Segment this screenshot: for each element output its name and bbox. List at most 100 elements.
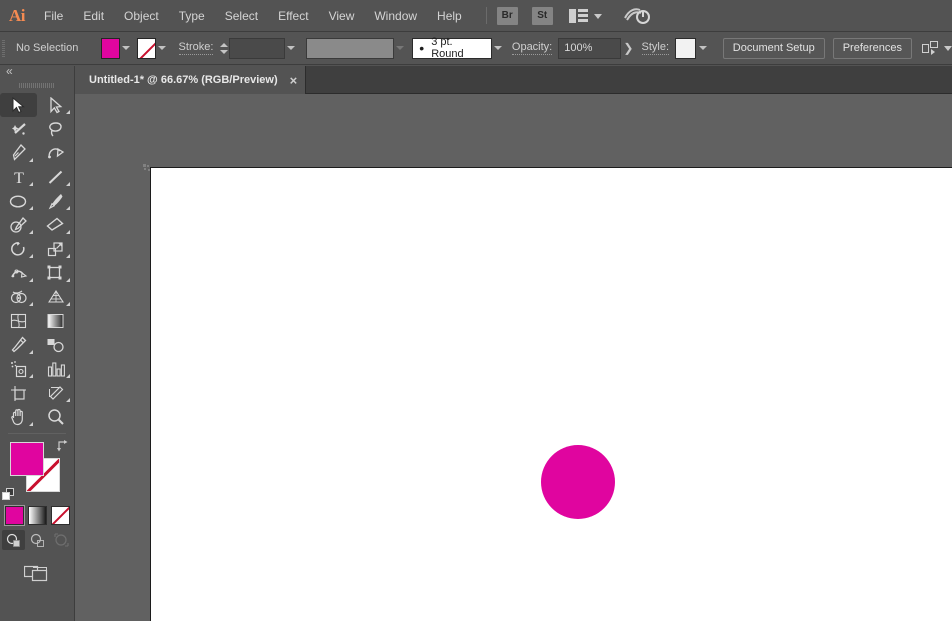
brush-definition-label: 3 pt. Round: [431, 36, 464, 60]
menu-select[interactable]: Select: [215, 0, 268, 32]
control-bar-overflow-chevron-down-icon[interactable]: [944, 45, 952, 51]
symbol-sprayer-tool[interactable]: [0, 357, 37, 381]
arrange-documents-icon[interactable]: [568, 8, 588, 23]
menu-help[interactable]: Help: [427, 0, 472, 32]
none-mode-button[interactable]: [50, 506, 70, 525]
fill-swatch-chevron-down-icon[interactable]: [120, 38, 132, 59]
width-tool[interactable]: [0, 261, 37, 285]
hand-tool[interactable]: [0, 405, 37, 429]
brush-definition-chevron-down-icon[interactable]: [492, 38, 504, 59]
eraser-tool[interactable]: [37, 213, 74, 237]
type-tool[interactable]: T: [0, 165, 37, 189]
scale-tool[interactable]: [37, 237, 74, 261]
variable-width-profile-dropdown[interactable]: [305, 37, 394, 59]
menu-view[interactable]: View: [319, 0, 365, 32]
variable-width-chevron-down-icon[interactable]: [394, 38, 406, 59]
shaper-tool[interactable]: [0, 213, 37, 237]
selection-status-label: No Selection: [15, 42, 79, 54]
selection-tool[interactable]: [0, 93, 37, 117]
canvas-area[interactable]: [75, 94, 952, 621]
menu-bar: Ai File Edit Object Type Select Effect V…: [0, 0, 952, 32]
graphic-style-chevron-down-icon[interactable]: [696, 38, 708, 59]
brush-definition-dropdown[interactable]: • 3 pt. Round: [412, 36, 492, 60]
style-label: Style:: [641, 41, 670, 55]
ellipse-tool[interactable]: [0, 189, 37, 213]
draw-inside-button[interactable]: [50, 530, 73, 550]
brush-dot-icon: •: [419, 40, 425, 56]
menu-edit[interactable]: Edit: [73, 0, 114, 32]
draw-mode-row: [0, 530, 74, 550]
opacity-label: Opacity:: [511, 41, 553, 55]
stroke-label: Stroke:: [178, 41, 214, 55]
document-setup-button[interactable]: Document Setup: [722, 37, 825, 59]
opacity-input[interactable]: 100%: [558, 37, 622, 59]
search-help-icon[interactable]: [623, 6, 650, 26]
chevron-down-icon[interactable]: [593, 14, 602, 19]
column-graph-tool[interactable]: [37, 357, 74, 381]
align-to-artboard-icon[interactable]: [922, 40, 939, 56]
artboard-tool[interactable]: [0, 381, 37, 405]
menu-divider: [485, 7, 487, 24]
lasso-tool[interactable]: [37, 117, 74, 141]
gradient-mode-button[interactable]: [27, 506, 47, 525]
close-icon[interactable]: ×: [290, 74, 298, 87]
zoom-tool[interactable]: [37, 405, 74, 429]
stock-button[interactable]: St: [531, 6, 553, 25]
slice-tool[interactable]: [37, 381, 74, 405]
ellipse-shape[interactable]: [541, 445, 615, 519]
artboard[interactable]: [150, 167, 952, 621]
bridge-button[interactable]: Br: [496, 6, 518, 25]
direct-selection-tool[interactable]: [37, 93, 74, 117]
default-fill-stroke-icon[interactable]: [2, 487, 15, 500]
paintbrush-tool[interactable]: [37, 189, 74, 213]
illustrator-window: Ai File Edit Object Type Select Effect V…: [0, 0, 952, 621]
menu-file[interactable]: File: [34, 0, 73, 32]
svg-text:T: T: [14, 170, 24, 186]
tools-panel: T: [0, 64, 75, 621]
document-tab[interactable]: Untitled-1* @ 66.67% (RGB/Preview) ×: [75, 66, 307, 94]
draw-behind-button[interactable]: [26, 530, 49, 550]
gradient-tool[interactable]: [37, 309, 74, 333]
fill-swatch[interactable]: [100, 37, 121, 59]
magic-wand-tool[interactable]: [0, 117, 37, 141]
opacity-flyout-icon[interactable]: ❯: [621, 38, 635, 59]
screen-mode-row: [0, 562, 74, 584]
stroke-swatch[interactable]: [136, 37, 157, 59]
swap-fill-stroke-icon[interactable]: [56, 439, 69, 452]
control-bar-grip[interactable]: [0, 32, 8, 65]
graphic-style-swatch[interactable]: [675, 37, 697, 59]
blend-tool[interactable]: [37, 333, 74, 357]
tools-panel-collapse-icon[interactable]: [0, 64, 74, 80]
document-tab-title: Untitled-1* @ 66.67% (RGB/Preview): [89, 74, 278, 86]
change-screen-mode-button[interactable]: [22, 562, 52, 584]
mesh-tool[interactable]: [0, 309, 37, 333]
stroke-weight-chevron-down-icon[interactable]: [285, 38, 297, 59]
shape-builder-tool[interactable]: [0, 285, 37, 309]
stroke-weight-input[interactable]: [229, 37, 286, 59]
menu-effect[interactable]: Effect: [268, 0, 318, 32]
draw-normal-button[interactable]: [1, 530, 25, 550]
rotate-tool[interactable]: [0, 237, 37, 261]
curvature-tool[interactable]: [37, 141, 74, 165]
pen-tool[interactable]: [0, 141, 37, 165]
stroke-weight-stepper[interactable]: [219, 38, 229, 59]
fill-stroke-indicator: [0, 438, 74, 504]
line-segment-tool[interactable]: [37, 165, 74, 189]
eyedropper-tool[interactable]: [0, 333, 37, 357]
stroke-swatch-chevron-down-icon[interactable]: [156, 38, 168, 59]
tools-grid: T: [0, 91, 74, 429]
toolbar-fill-swatch[interactable]: [10, 442, 44, 476]
menu-window[interactable]: Window: [364, 0, 427, 32]
perspective-grid-tool[interactable]: [37, 285, 74, 309]
menu-object[interactable]: Object: [114, 0, 169, 32]
preferences-button[interactable]: Preferences: [832, 37, 913, 59]
tools-panel-grip[interactable]: [0, 80, 74, 91]
menu-type[interactable]: Type: [169, 0, 215, 32]
free-transform-tool[interactable]: [37, 261, 74, 285]
app-logo-icon: Ai: [9, 5, 26, 25]
color-mode-row: [0, 505, 74, 526]
color-mode-button[interactable]: [3, 505, 25, 526]
tools-divider: [8, 433, 66, 434]
document-tab-bar: Untitled-1* @ 66.67% (RGB/Preview) ×: [75, 66, 952, 94]
control-bar: No Selection Stroke: • 3 pt. Round Opaci…: [0, 32, 952, 65]
